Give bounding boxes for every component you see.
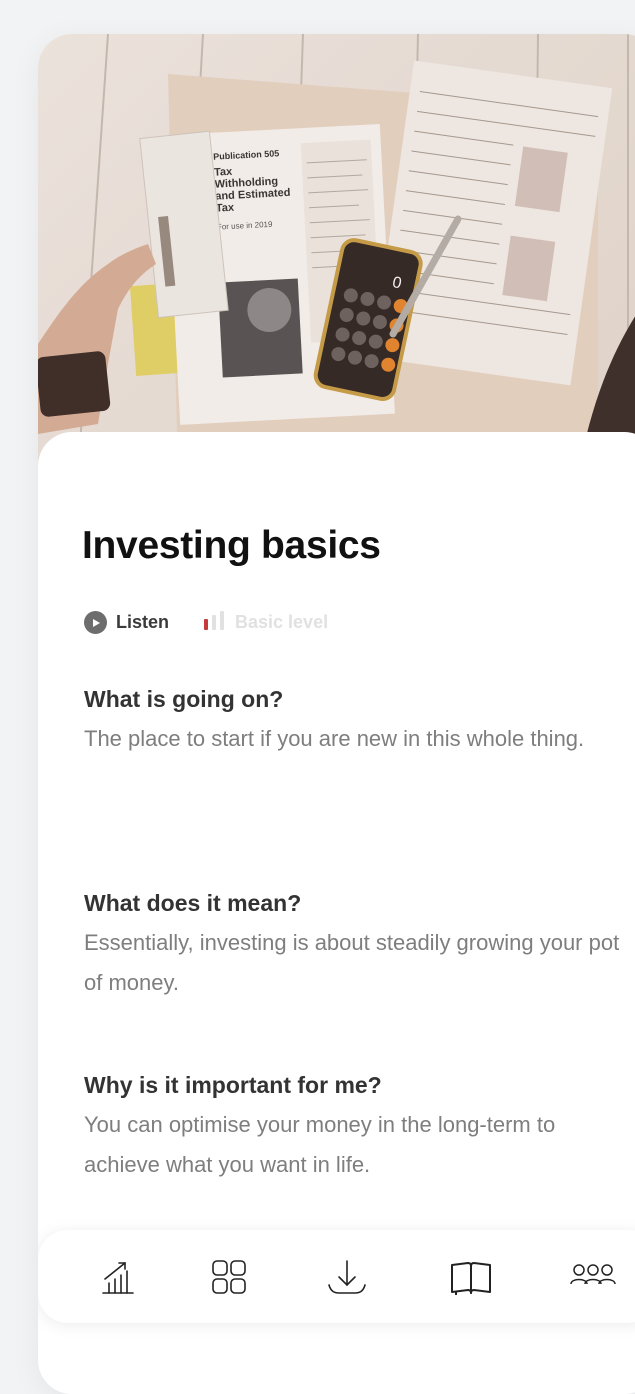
section-what-is-going-on: What is going on? The place to start if …: [84, 686, 624, 759]
growth-chart-icon: [102, 1262, 134, 1294]
section-body: The place to start if you are new in thi…: [84, 726, 585, 751]
nav-item-library[interactable]: [444, 1250, 498, 1304]
level-label: Basic level: [235, 612, 329, 632]
level-bars-icon: [203, 610, 225, 635]
section-body: You can optimise your money in the long-…: [84, 1112, 556, 1177]
community-icon: [570, 1264, 616, 1285]
section-why-important: Why is it important for me? You can opti…: [84, 1072, 624, 1185]
level-indicator: Basic level: [203, 610, 328, 635]
hero-image: Publication 505 Tax Withholding and Esti…: [38, 34, 635, 474]
section-body: Essentially, investing is about steadily…: [84, 930, 620, 995]
section-heading: Why is it important for me?: [84, 1072, 382, 1098]
nav-item-grid[interactable]: [202, 1250, 256, 1304]
nav-item-growth[interactable]: [90, 1250, 144, 1304]
book-icon: [451, 1262, 491, 1295]
tax-documents-illustration: Publication 505 Tax Withholding and Esti…: [38, 34, 635, 474]
section-what-does-it-mean: What does it mean? Essentially, investin…: [84, 890, 624, 1003]
nav-item-download[interactable]: [320, 1250, 374, 1304]
bottom-nav: [38, 1230, 635, 1323]
listen-label: Listen: [116, 612, 170, 632]
grid-icon: [212, 1260, 246, 1294]
section-heading: What does it mean?: [84, 890, 302, 916]
download-icon: [328, 1260, 366, 1294]
page-title: Investing basics: [82, 524, 381, 567]
listen-button[interactable]: Listen: [84, 611, 169, 634]
article-card: Publication 505 Tax Withholding and Esti…: [38, 34, 635, 1394]
nav-item-community[interactable]: [566, 1250, 620, 1304]
article-meta: Listen Basic level: [84, 610, 328, 635]
section-heading: What is going on?: [84, 686, 284, 712]
play-icon: [84, 611, 107, 634]
